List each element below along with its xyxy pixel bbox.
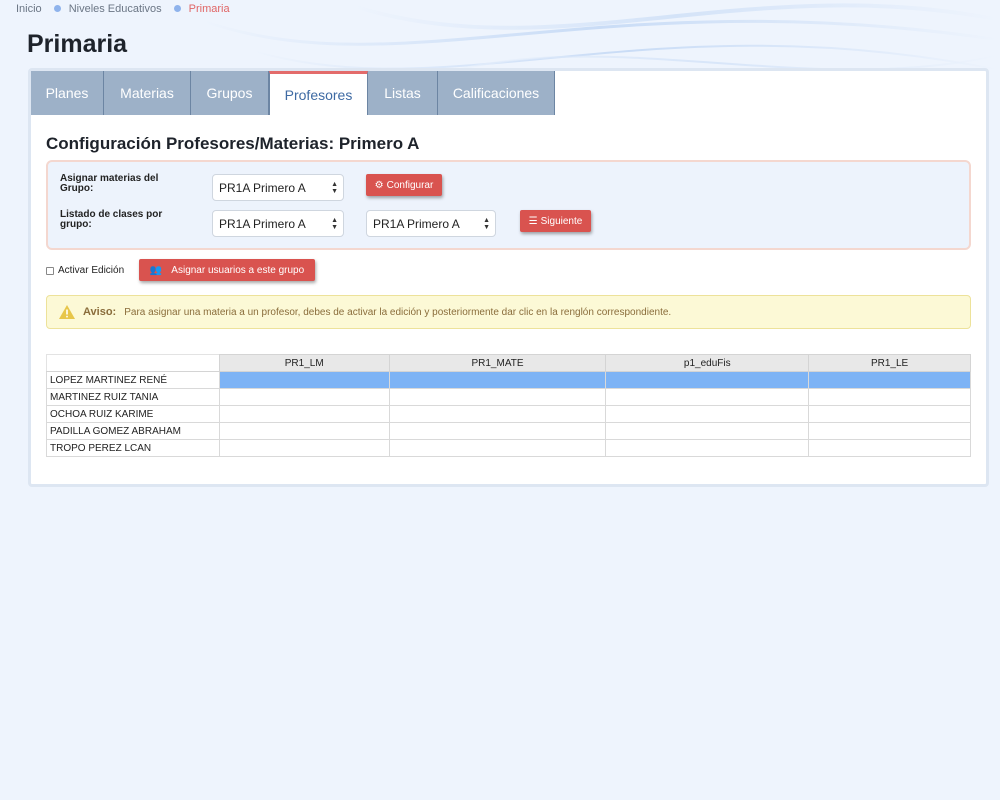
grid-corner xyxy=(46,354,220,372)
teacher-name: PADILLA GOMEZ ABRAHAM xyxy=(46,422,220,440)
dot-icon xyxy=(53,4,61,12)
grid-cell[interactable] xyxy=(605,388,810,406)
table-row[interactable]: MARTINEZ RUIZ TANIA xyxy=(46,388,971,406)
edit-checkbox-label: Activar Edición xyxy=(58,265,125,276)
column-header: PR1_MATE xyxy=(388,354,607,372)
assign-subjects-label: Asignar materias del Grupo: xyxy=(60,173,159,194)
teacher-name: MARTINEZ RUIZ TANIA xyxy=(46,388,220,406)
select-arrows-icon: ▲ ▼ xyxy=(331,181,338,195)
select-arrows-icon: ▲ ▼ xyxy=(483,217,490,231)
column-header: PR1_LM xyxy=(218,354,390,372)
grid-cell[interactable] xyxy=(388,388,607,406)
edit-checkbox[interactable] xyxy=(46,266,54,275)
main-card: Planes Materias Grupos Profesores Listas… xyxy=(28,68,989,487)
grid-cell[interactable] xyxy=(218,405,390,423)
dot-icon xyxy=(173,4,181,12)
grid-cell[interactable] xyxy=(605,422,810,440)
grid-cell[interactable] xyxy=(218,388,390,406)
grid-cell[interactable] xyxy=(605,439,810,457)
tab-calificaciones[interactable]: Calificaciones xyxy=(438,71,555,115)
grid-cell[interactable] xyxy=(808,422,971,440)
assign-users-button[interactable]: 👥 Asignar usuarios a este grupo xyxy=(139,259,315,281)
next-button[interactable]: ☰ Siguiente xyxy=(520,210,591,232)
grid-cell[interactable] xyxy=(605,371,810,389)
configure-button[interactable]: ⚙ Configurar xyxy=(366,174,442,196)
grid-cell[interactable] xyxy=(808,405,971,423)
list-icon: ☰ xyxy=(528,215,538,227)
assignment-grid: PR1_LM PR1_MATE p1_eduFis PR1_LE LOPEZ M… xyxy=(46,354,971,457)
breadcrumb-item-primaria: Primaria xyxy=(162,3,230,15)
grid-cell[interactable] xyxy=(388,371,607,389)
select-arrows-icon: ▲ ▼ xyxy=(331,217,338,231)
alert-message: Para asignar una materia a un profesor, … xyxy=(124,306,672,318)
column-header: p1_eduFis xyxy=(605,354,810,372)
breadcrumb-item-inicio[interactable]: Inicio xyxy=(16,3,42,15)
group-select-2[interactable]: PR1A Primero A ▲ ▼ xyxy=(212,210,344,237)
group-select-1[interactable]: PR1A Primero A ▲ ▼ xyxy=(212,174,344,201)
breadcrumb: Inicio Niveles Educativos Primaria xyxy=(16,3,230,15)
tab-listas[interactable]: Listas xyxy=(368,71,438,115)
class-list-label: Listado de clases por grupo: xyxy=(60,209,163,230)
grid-cell[interactable] xyxy=(605,405,810,423)
warning-icon xyxy=(59,305,75,319)
users-icon: 👥 xyxy=(149,264,163,276)
gear-icon: ⚙ xyxy=(374,179,384,191)
tab-grupos[interactable]: Grupos xyxy=(191,71,269,115)
page-title: Primaria xyxy=(27,30,128,58)
teacher-name: TROPO PEREZ LCAN xyxy=(46,439,220,457)
breadcrumb-item-niveles[interactable]: Niveles Educativos xyxy=(42,3,162,15)
table-row[interactable]: LOPEZ MARTINEZ RENÉ xyxy=(46,371,971,389)
group-select-3[interactable]: PR1A Primero A ▲ ▼ xyxy=(366,210,496,237)
column-header: PR1_LE xyxy=(808,354,971,372)
tab-profesores[interactable]: Profesores xyxy=(269,71,368,115)
tab-materias[interactable]: Materias xyxy=(104,71,191,115)
warning-alert: Aviso: Para asignar una materia a un pro… xyxy=(46,295,971,329)
alert-title: Aviso: xyxy=(83,306,117,318)
grid-cell[interactable] xyxy=(388,405,607,423)
config-panel: Asignar materias del Grupo: PR1A Primero… xyxy=(46,160,971,250)
grid-cell[interactable] xyxy=(388,422,607,440)
edit-toggle[interactable]: Activar Edición xyxy=(46,265,124,276)
teacher-name: OCHOA RUIZ KARIME xyxy=(46,405,220,423)
grid-cell[interactable] xyxy=(808,388,971,406)
grid-cell[interactable] xyxy=(218,422,390,440)
tab-bar: Planes Materias Grupos Profesores Listas… xyxy=(31,71,555,115)
grid-header-row: PR1_LM PR1_MATE p1_eduFis PR1_LE xyxy=(46,354,971,372)
grid-cell[interactable] xyxy=(808,439,971,457)
table-row[interactable]: OCHOA RUIZ KARIME xyxy=(46,405,971,423)
grid-cell[interactable] xyxy=(218,371,390,389)
teacher-name: LOPEZ MARTINEZ RENÉ xyxy=(46,371,220,389)
grid-cell[interactable] xyxy=(218,439,390,457)
tab-planes[interactable]: Planes xyxy=(31,71,104,115)
grid-cell[interactable] xyxy=(808,371,971,389)
table-row[interactable]: PADILLA GOMEZ ABRAHAM xyxy=(46,422,971,440)
grid-cell[interactable] xyxy=(388,439,607,457)
table-row[interactable]: TROPO PEREZ LCAN xyxy=(46,439,971,457)
section-title: Configuración Profesores/Materias: Prime… xyxy=(46,134,420,153)
